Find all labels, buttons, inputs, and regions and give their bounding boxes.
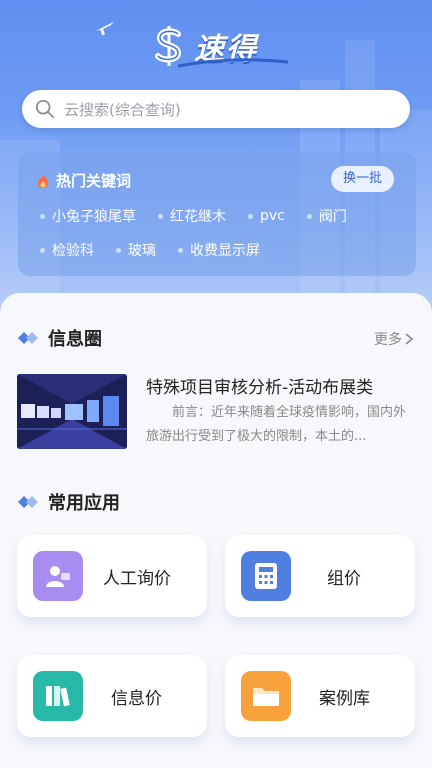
common-apps-title: 常用应用 — [48, 493, 120, 514]
books-icon — [33, 671, 83, 721]
article-excerpt: 前言：近年来随着全球疫情影响，国内外旅游出行受到了极大的限制，本土的... — [146, 405, 407, 444]
diamond-icon — [18, 332, 38, 344]
keyword-item[interactable]: 玻璃 — [116, 240, 156, 260]
keyword-item[interactable]: 阀门 — [306, 206, 347, 226]
keyword-label: 收费显示屏 — [190, 243, 260, 259]
app-card-label: 人工询价 — [103, 568, 171, 589]
search-bar[interactable]: 云搜索(综合查询) — [22, 90, 410, 128]
calculator-icon — [241, 551, 291, 601]
bullet-dot — [178, 247, 183, 253]
app-card-case-library[interactable]: 案例库 — [225, 655, 415, 737]
keyword-label: pvc — [260, 208, 285, 224]
keyword-row-2: 检验科 玻璃 收费显示屏 — [40, 240, 282, 260]
hot-keywords-title: 热门关键词 — [56, 172, 132, 190]
keyword-label: 阀门 — [318, 209, 347, 225]
app-card-pricing[interactable]: 组价 — [225, 535, 415, 617]
more-link[interactable]: 更多 — [374, 329, 414, 349]
info-circle-header: 信息圈 — [18, 325, 102, 351]
keyword-label: 玻璃 — [128, 243, 156, 259]
article-title[interactable]: 特殊项目审核分析-活动布展类 — [146, 373, 373, 398]
keyword-label: 小兔子狼尾草 — [52, 209, 136, 225]
keyword-item[interactable]: pvc — [248, 206, 285, 226]
keyword-item[interactable]: 小兔子狼尾草 — [40, 206, 136, 226]
search-placeholder: 云搜索(综合查询) — [64, 100, 181, 119]
bullet-dot — [158, 213, 163, 219]
common-apps-header: 常用应用 — [18, 489, 120, 515]
more-label: 更多 — [374, 332, 402, 348]
app-card-label: 案例库 — [319, 688, 370, 709]
airplane-icon — [95, 21, 115, 36]
header-hero: 速得 云搜索(综合查询) 热门关键词 换一批 小兔子狼尾草 红花继木 pvc 阀… — [0, 0, 432, 330]
bullet-dot — [248, 213, 253, 219]
keyword-item[interactable]: 收费显示屏 — [178, 240, 260, 260]
content-panel: 信息圈 更多 特殊项目审核分析-活动布展类 前言：近年来随着全球疫情影响，国内外… — [0, 293, 432, 768]
diamond-icon — [18, 496, 38, 508]
chevron-right-icon — [405, 333, 414, 345]
refresh-keywords-button[interactable]: 换一批 — [330, 166, 394, 192]
logo-swoosh — [178, 58, 288, 68]
app-card-label: 组价 — [327, 568, 361, 589]
search-icon — [35, 99, 55, 119]
keyword-label: 检验科 — [52, 243, 94, 259]
app-card-label: 信息价 — [111, 688, 162, 709]
keyword-label: 红花继木 — [170, 209, 226, 225]
bullet-dot — [306, 213, 312, 219]
keyword-item[interactable]: 红花继木 — [158, 206, 226, 226]
keyword-item[interactable]: 检验科 — [40, 240, 94, 260]
exhibition-hall-image — [17, 374, 127, 449]
hot-keywords-header: 热门关键词 — [36, 170, 131, 191]
bullet-dot — [40, 213, 45, 219]
customer-service-icon — [33, 551, 83, 601]
hot-keywords-panel: 热门关键词 换一批 小兔子狼尾草 红花继木 pvc 阀门 检验科 玻璃 收费显示… — [18, 152, 416, 276]
info-circle-title: 信息圈 — [48, 329, 102, 350]
app-card-manual-quote[interactable]: 人工询价 — [17, 535, 207, 617]
article-thumbnail[interactable] — [17, 374, 127, 449]
fire-icon — [38, 173, 48, 188]
bullet-dot — [40, 247, 45, 253]
folder-icon — [241, 671, 291, 721]
bullet-dot — [116, 247, 121, 253]
keyword-row-1: 小兔子狼尾草 红花继木 pvc 阀门 — [40, 206, 369, 226]
app-card-info-price[interactable]: 信息价 — [17, 655, 207, 737]
